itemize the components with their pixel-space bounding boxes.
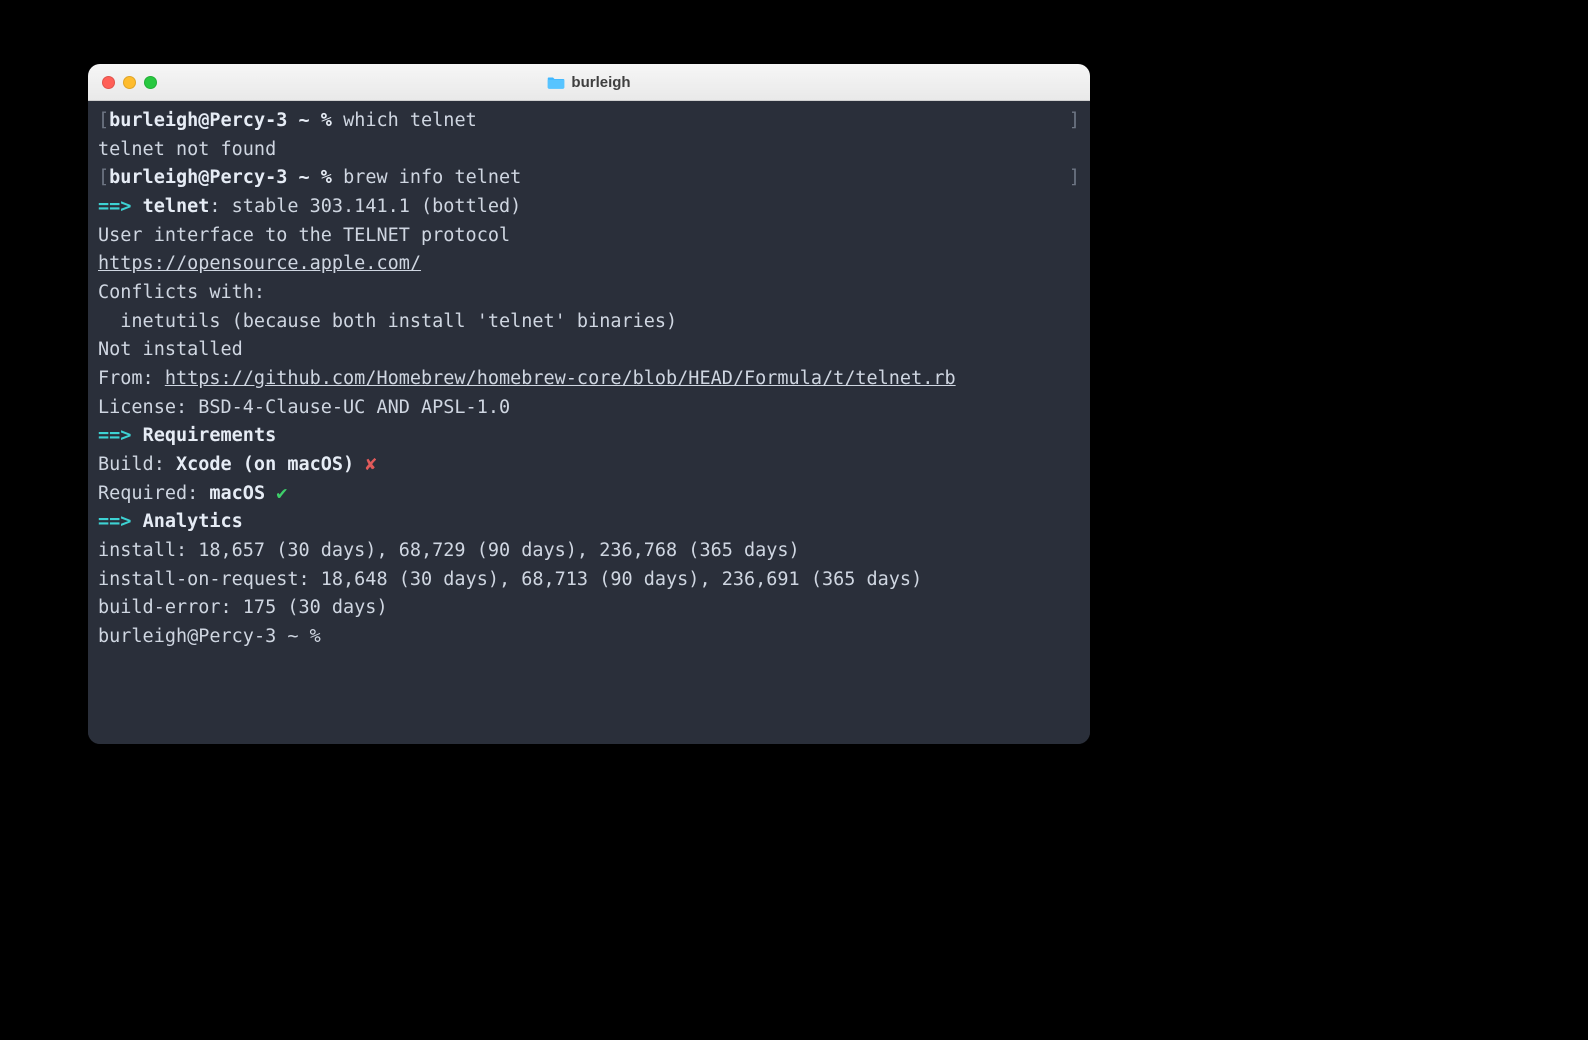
brew-desc: User interface to the TELNET protocol xyxy=(98,222,1080,251)
formula-link[interactable]: https://github.com/Homebrew/homebrew-cor… xyxy=(165,368,956,389)
minimize-button[interactable] xyxy=(123,76,136,89)
output-line: telnet not found xyxy=(98,136,1080,165)
prompt-dir: ~ xyxy=(299,110,310,131)
prompt-line: [burleigh@Percy-3 ~ % brew info telnet] xyxy=(98,164,1080,193)
license-line: License: BSD-4-Clause-UC AND APSL-1.0 xyxy=(98,394,1080,423)
homepage-link[interactable]: https://opensource.apple.com/ xyxy=(98,253,421,274)
x-icon: ✘ xyxy=(365,454,376,475)
folder-icon xyxy=(547,75,565,89)
prompt-sigil: % xyxy=(321,110,332,131)
window-title: burleigh xyxy=(88,74,1090,91)
req-required-line: Required: macOS ✔ xyxy=(98,480,1080,509)
prompt-line[interactable]: burleigh@Percy-3 ~ % xyxy=(98,623,1080,652)
window-title-text: burleigh xyxy=(571,74,630,91)
traffic-lights xyxy=(88,76,157,89)
terminal-window: burleigh [burleigh@Percy-3 ~ % which tel… xyxy=(88,64,1090,744)
analytics-build-error: build-error: 175 (30 days) xyxy=(98,594,1080,623)
prompt-line: [burleigh@Percy-3 ~ % which telnet] xyxy=(98,107,1080,136)
terminal-content[interactable]: [burleigh@Percy-3 ~ % which telnet]telne… xyxy=(88,101,1090,744)
arrow-icon: ==> xyxy=(98,425,131,446)
analytics-install-on-request: install-on-request: 18,648 (30 days), 68… xyxy=(98,566,1080,595)
req-build-line: Build: Xcode (on macOS) ✘ xyxy=(98,451,1080,480)
from-line: From: https://github.com/Homebrew/homebr… xyxy=(98,365,1080,394)
prompt-user: burleigh xyxy=(109,110,198,131)
section-header: ==> Analytics xyxy=(98,508,1080,537)
arrow-icon: ==> xyxy=(98,511,131,532)
prompt-host: Percy-3 xyxy=(209,110,287,131)
check-icon: ✔ xyxy=(276,483,287,504)
not-installed: Not installed xyxy=(98,336,1080,365)
arrow-icon: ==> xyxy=(98,196,131,217)
zoom-button[interactable] xyxy=(144,76,157,89)
conflicts-label: Conflicts with: xyxy=(98,279,1080,308)
titlebar: burleigh xyxy=(88,64,1090,101)
command-text: brew info telnet xyxy=(343,167,521,188)
section-header: ==> Requirements xyxy=(98,422,1080,451)
conflicts-line: inetutils (because both install 'telnet'… xyxy=(98,308,1080,337)
analytics-install: install: 18,657 (30 days), 68,729 (90 da… xyxy=(98,537,1080,566)
command-text: which telnet xyxy=(343,110,477,131)
brew-header: ==> telnet: stable 303.141.1 (bottled) xyxy=(98,193,1080,222)
close-button[interactable] xyxy=(102,76,115,89)
